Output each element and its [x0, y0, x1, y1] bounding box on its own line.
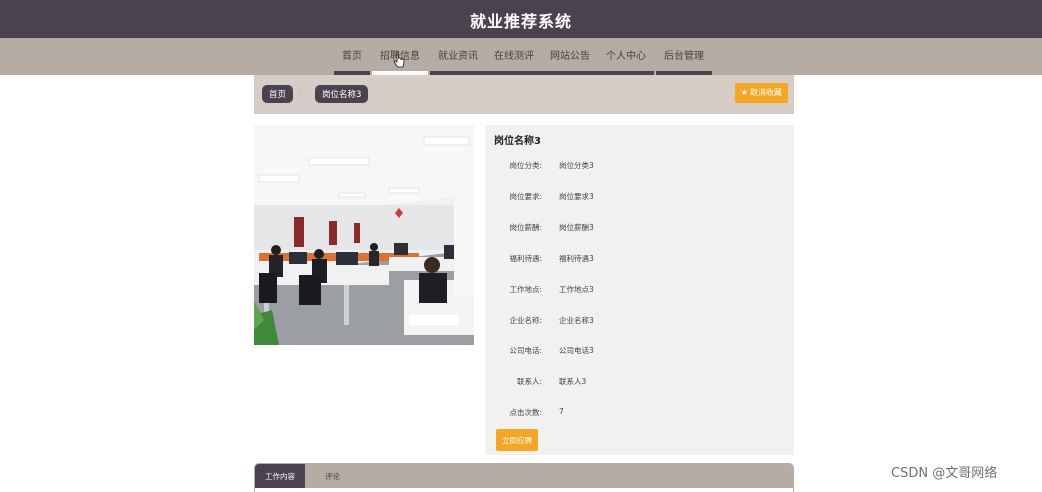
field-phone: 公司电话: 公司电话3 [485, 345, 794, 359]
nav-item-label: 后台管理 [664, 51, 704, 62]
field-contact: 联系人: 联系人3 [485, 376, 794, 390]
field-value: 联系人3 [559, 377, 587, 386]
nav-item-admin[interactable]: 后台管理 [656, 38, 712, 75]
unfavorite-button[interactable]: ★ 取消收藏 [734, 83, 788, 103]
site-header: 就业推荐系统 [0, 0, 1042, 38]
nav-item-label: 网站公告 [550, 51, 590, 62]
job-detail-panel: 岗位名称3 岗位分类: 岗位分类3 岗位要求: 岗位要求3 岗位薪酬: 岗位薪酬… [485, 125, 794, 455]
watermark: CSDN @文哥网络 [891, 466, 998, 481]
nav-item-label: 首页 [342, 51, 362, 62]
nav-item-news[interactable]: 就业资讯 [430, 38, 486, 75]
office-photo-illustration [254, 125, 474, 345]
breadcrumb-home[interactable]: 首页 [262, 85, 294, 103]
field-company: 企业名称: 企业名称3 [485, 315, 794, 329]
field-value: 岗位薪酬3 [559, 223, 594, 232]
field-label: 福利待遇: [509, 254, 542, 263]
field-label: 点击次数: [509, 408, 542, 417]
field-value: 企业名称3 [559, 316, 594, 325]
field-value: 福利待遇3 [559, 254, 594, 263]
unfavorite-label: 取消收藏 [750, 88, 782, 97]
field-value: 公司电话3 [559, 346, 594, 355]
field-label: 岗位要求: [509, 192, 542, 201]
field-label: 联系人: [516, 377, 542, 386]
breadcrumb-separator: / [298, 87, 302, 97]
hand-cursor-icon [393, 53, 405, 68]
field-clicks: 点击次数: 7 [485, 407, 794, 421]
field-label: 岗位分类: [509, 161, 542, 170]
tab-comments[interactable]: 评论 [315, 464, 350, 488]
nav-item-label: 就业资讯 [438, 51, 478, 62]
field-label: 工作地点: [509, 285, 542, 294]
nav-item-profile[interactable]: 个人中心 [598, 38, 654, 75]
tab-job-content[interactable]: 工作内容 [255, 464, 305, 488]
main-nav: 首页 招聘信息 就业资讯 在线测评 网站公告 个人中心 后台管理 [0, 38, 1042, 75]
field-category: 岗位分类: 岗位分类3 [485, 160, 794, 174]
nav-item-home[interactable]: 首页 [334, 38, 370, 75]
field-value: 岗位要求3 [559, 192, 594, 201]
job-title: 岗位名称3 [494, 136, 541, 147]
nav-item-assessment[interactable]: 在线测评 [486, 38, 542, 75]
field-requirements: 岗位要求: 岗位要求3 [485, 191, 794, 205]
field-label: 岗位薪酬: [509, 223, 542, 232]
field-value: 岗位分类3 [559, 161, 594, 170]
content-tabs: 工作内容 评论 [254, 463, 794, 492]
apply-button[interactable]: 立即应聘 [496, 429, 538, 451]
tabs-header: 工作内容 评论 [255, 464, 793, 488]
nav-item-label: 在线测评 [494, 51, 534, 62]
field-benefits: 福利待遇: 福利待遇3 [485, 253, 794, 267]
field-value: 工作地点3 [559, 285, 594, 294]
nav-item-label: 个人中心 [606, 51, 646, 62]
field-value: 7 [559, 407, 564, 416]
nav-item-announcements[interactable]: 网站公告 [542, 38, 598, 75]
breadcrumb: 首页 / 岗位名称3 ★ 取消收藏 [254, 75, 794, 114]
field-label: 企业名称: [509, 316, 542, 325]
field-location: 工作地点: 工作地点3 [485, 284, 794, 298]
breadcrumb-current[interactable]: 岗位名称3 [315, 85, 369, 103]
star-icon: ★ [740, 88, 748, 97]
field-label: 公司电话: [509, 346, 542, 355]
field-salary: 岗位薪酬: 岗位薪酬3 [485, 222, 794, 236]
site-title: 就业推荐系统 [469, 12, 572, 31]
job-photo [254, 125, 474, 345]
